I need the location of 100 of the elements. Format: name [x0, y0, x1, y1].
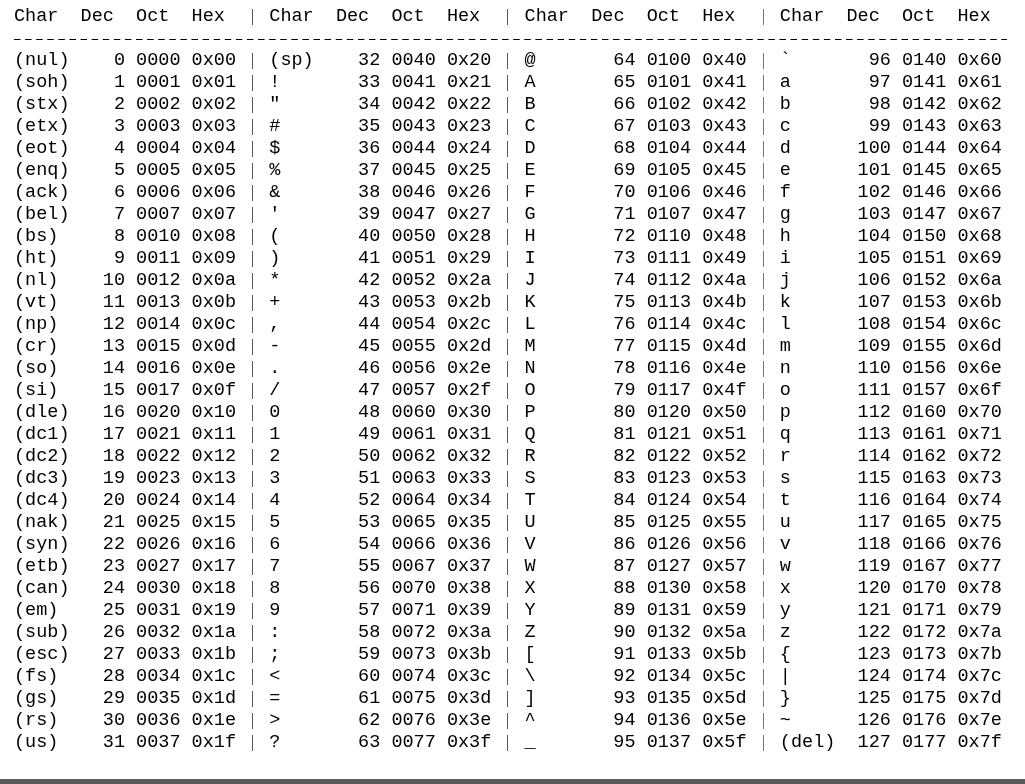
- table-cell-text: 66: [612, 94, 636, 116]
- table-cell: 0x6e: [957, 358, 1002, 380]
- table-cell-text: (rs): [14, 710, 60, 732]
- table-cell-text: 0: [112, 50, 125, 72]
- table-cell: 0x37: [446, 556, 492, 578]
- table-cell: 0x59: [702, 600, 747, 622]
- table-cell-text: o: [779, 380, 792, 402]
- horizontal-scrollbar[interactable]: [0, 779, 1025, 784]
- table-cell: 0x7b: [957, 644, 1002, 666]
- table-cell: 0025: [136, 512, 181, 534]
- table-cell-text: 9: [112, 248, 125, 270]
- column-header: Hex: [446, 6, 482, 28]
- table-cell-text: 42: [357, 270, 381, 292]
- table-cell: 0x56: [702, 534, 747, 556]
- table-cell: 0x70: [957, 402, 1002, 424]
- table-cell: 0x2a: [446, 270, 492, 292]
- table-cell-text: !: [269, 72, 282, 94]
- table-cell: 0024: [136, 490, 181, 512]
- table-cell: 0x2d: [446, 336, 492, 358]
- table-cell-text: W: [524, 556, 537, 578]
- table-cell-text: 47: [357, 380, 381, 402]
- table-cell: 0x04: [191, 138, 236, 160]
- column-header: Char: [14, 6, 60, 28]
- table-cell: 0134: [646, 666, 692, 688]
- table-cell: 0062: [391, 446, 436, 468]
- table-cell-text: `: [779, 50, 792, 72]
- table-cell: 0032: [136, 622, 181, 644]
- table-cell-text: (enq): [14, 160, 71, 182]
- table-cell: 0071: [391, 600, 436, 622]
- table-cell: 0020: [136, 402, 181, 424]
- table-cell-text: ): [269, 248, 282, 270]
- table-cell: 0x1d: [191, 688, 236, 710]
- table-cell-text: M: [524, 336, 537, 358]
- table-cell: 0040: [391, 50, 436, 72]
- table-cell-text: 89: [612, 600, 636, 622]
- table-cell: 0x3c: [446, 666, 492, 688]
- table-cell-text: $: [269, 138, 282, 160]
- table-cell: 0007: [136, 204, 181, 226]
- table-cell-text: l: [779, 314, 792, 336]
- table-cell-text: 0: [269, 402, 282, 424]
- table-cell: 0x7a: [957, 622, 1002, 644]
- table-cell: 0026: [136, 534, 181, 556]
- table-cell-text: >: [269, 710, 282, 732]
- table-cell: 0x09: [191, 248, 236, 270]
- table-cell: 0x11: [191, 424, 236, 446]
- table-cell: 0x51: [702, 424, 747, 446]
- table-cell-text: 53: [357, 512, 381, 534]
- table-cell-text: 93: [612, 688, 636, 710]
- table-cell: 0x58: [702, 578, 747, 600]
- table-cell: 0023: [136, 468, 181, 490]
- column-header: Char: [524, 6, 570, 28]
- table-cell-text: 11: [101, 292, 125, 314]
- table-cell: 104: [857, 226, 891, 248]
- table-cell: 0x3d: [446, 688, 492, 710]
- table-cell: 0x67: [957, 204, 1002, 226]
- table-cell-text: 54: [357, 534, 381, 556]
- table-cell-text: (soh): [14, 72, 71, 94]
- table-cell-text: b: [779, 94, 792, 116]
- table-cell: 0011: [136, 248, 181, 270]
- table-cell: 0x34: [446, 490, 492, 512]
- column-header: Hex: [702, 6, 737, 28]
- table-cell-text: <: [269, 666, 282, 688]
- table-cell: 0x08: [191, 226, 236, 248]
- table-cell-text: /: [269, 380, 282, 402]
- table-cell-text: 3: [269, 468, 282, 490]
- table-cell-text: (can): [14, 578, 71, 600]
- table-cell-text: 61: [357, 688, 381, 710]
- table-cell: 0061: [391, 424, 436, 446]
- table-cell: 0x7c: [957, 666, 1002, 688]
- table-cell: 0x71: [957, 424, 1002, 446]
- table-cell: 123: [857, 644, 891, 666]
- table-cell: 0x5f: [702, 732, 747, 754]
- table-cell: 0x15: [191, 512, 236, 534]
- table-cell: 0141: [901, 72, 947, 94]
- table-cell: 121: [857, 600, 891, 622]
- table-cell: 0x1a: [191, 622, 236, 644]
- table-cell: 0x1b: [191, 644, 236, 666]
- table-cell: 0x30: [446, 402, 492, 424]
- table-cell: 0123: [646, 468, 692, 490]
- table-cell: 0166: [901, 534, 947, 556]
- table-cell: 0044: [391, 138, 436, 160]
- table-cell-text: 48: [357, 402, 381, 424]
- table-cell: 0137: [646, 732, 692, 754]
- table-cell-text: 40: [357, 226, 381, 248]
- table-cell-text: (cr): [14, 336, 60, 358]
- table-cell: 0121: [646, 424, 692, 446]
- table-cell: 0x33: [446, 468, 492, 490]
- table-cell: 0160: [901, 402, 947, 424]
- table-cell-text: 95: [612, 732, 636, 754]
- table-cell: 0155: [901, 336, 947, 358]
- table-cell: 120: [857, 578, 891, 600]
- table-cell-text: h: [779, 226, 792, 248]
- table-cell: 0x69: [957, 248, 1002, 270]
- table-cell: 0056: [391, 358, 436, 380]
- table-cell: 0172: [901, 622, 947, 644]
- table-cell-text: (stx): [14, 94, 71, 116]
- table-cell-text: 56: [357, 578, 381, 600]
- table-cell-text: (dc2): [14, 446, 71, 468]
- table-cell: 0010: [136, 226, 181, 248]
- table-cell: 0x74: [957, 490, 1002, 512]
